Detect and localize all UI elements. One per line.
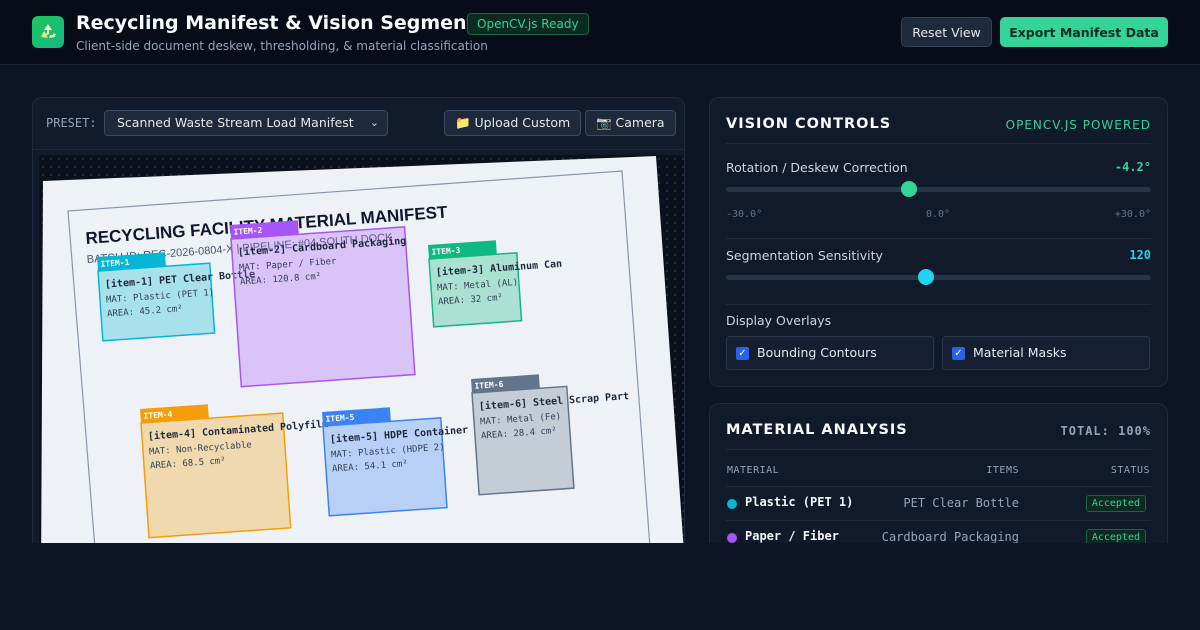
- overlays-label: Display Overlays: [726, 313, 832, 328]
- recycle-icon: [32, 16, 64, 48]
- status-badge: OpenCV.js Ready: [467, 13, 589, 35]
- rotation-mid-label: 0.0°: [926, 209, 951, 220]
- bounding-contours-label: Bounding Contours: [757, 345, 877, 360]
- sensitivity-slider-thumb[interactable]: [917, 269, 934, 285]
- vision-controls-title: VISION CONTROLS: [726, 116, 892, 132]
- preset-label: PRESET:: [46, 116, 97, 130]
- reset-view-button[interactable]: Reset View: [901, 17, 992, 47]
- app-header: Recycling Manifest & Vision Segmenter Op…: [0, 0, 1200, 65]
- material-color-dot: [727, 499, 737, 509]
- sensitivity-value: 120: [1129, 248, 1151, 262]
- material-color-dot: [727, 533, 737, 543]
- canvas-panel: PRESET: Scanned Waste Stream Load Manife…: [32, 97, 685, 567]
- table-row[interactable]: Plastic (PET 1) PET Clear Bottle Accepte…: [726, 486, 1151, 520]
- material-masks-toggle[interactable]: ✓ Material Masks: [942, 336, 1150, 370]
- column-header-status: STATUS: [1110, 465, 1150, 476]
- rotation-label: Rotation / Deskew Correction: [726, 160, 908, 175]
- chevron-down-icon: ⌄: [369, 116, 379, 129]
- canvas-toolbar: PRESET: Scanned Waste Stream Load Manife…: [33, 98, 684, 150]
- material-name: Paper / Fiber: [745, 529, 839, 543]
- vision-controls-panel: VISION CONTROLS OPENCV.JS POWERED Rotati…: [709, 97, 1168, 387]
- opencv-powered-label: OPENCV.JS POWERED: [1005, 118, 1151, 132]
- divider: [726, 304, 1151, 305]
- status-badge: Accepted: [1085, 495, 1146, 512]
- rotation-slider-thumb[interactable]: [900, 181, 917, 197]
- sensitivity-slider[interactable]: [726, 269, 1151, 285]
- divider: [726, 143, 1151, 144]
- checkbox-checked-icon[interactable]: ✓: [736, 347, 749, 360]
- document-canvas-svg: RECYCLING FACILITY MATERIAL MANIFEST BAT…: [41, 156, 684, 566]
- upload-custom-button[interactable]: 📁 Upload Custom: [444, 110, 582, 136]
- rotation-slider[interactable]: [726, 181, 1151, 197]
- column-header-items: ITEMS: [986, 465, 1019, 476]
- total-label: TOTAL: 100%: [1060, 424, 1151, 438]
- document-canvas[interactable]: RECYCLING FACILITY MATERIAL MANIFEST BAT…: [39, 155, 684, 566]
- material-name: Plastic (PET 1): [745, 495, 854, 509]
- material-items: PET Clear Bottle: [903, 496, 1019, 510]
- material-items: Cardboard Packaging: [881, 530, 1019, 544]
- column-header-material: MATERIAL: [727, 465, 780, 476]
- bounding-contours-toggle[interactable]: ✓ Bounding Contours: [726, 336, 934, 370]
- camera-button[interactable]: 📷 Camera: [585, 110, 676, 136]
- rotation-min-label: -30.0°: [726, 209, 763, 220]
- page-background: [0, 543, 1200, 630]
- rotation-value: -4.2°: [1114, 160, 1151, 174]
- divider: [726, 449, 1151, 450]
- page-title: Recycling Manifest & Vision Segmenter: [76, 12, 498, 34]
- material-masks-label: Material Masks: [973, 345, 1067, 360]
- preset-select[interactable]: Scanned Waste Stream Load Manifest ⌄: [104, 110, 388, 136]
- checkbox-checked-icon[interactable]: ✓: [952, 347, 965, 360]
- divider: [726, 238, 1151, 239]
- rotation-max-label: +30.0°: [1114, 209, 1151, 220]
- export-manifest-button[interactable]: Export Manifest Data: [1000, 17, 1168, 47]
- page-subtitle: Client-side document deskew, thresholdin…: [76, 39, 488, 53]
- segmented-item[interactable]: ITEM-2[item-2] Cardboard PackagingMAT: P…: [230, 213, 416, 388]
- preset-value: Scanned Waste Stream Load Manifest: [117, 115, 354, 130]
- material-analysis-title: MATERIAL ANALYSIS: [726, 422, 908, 438]
- sensitivity-label: Segmentation Sensitivity: [726, 248, 883, 263]
